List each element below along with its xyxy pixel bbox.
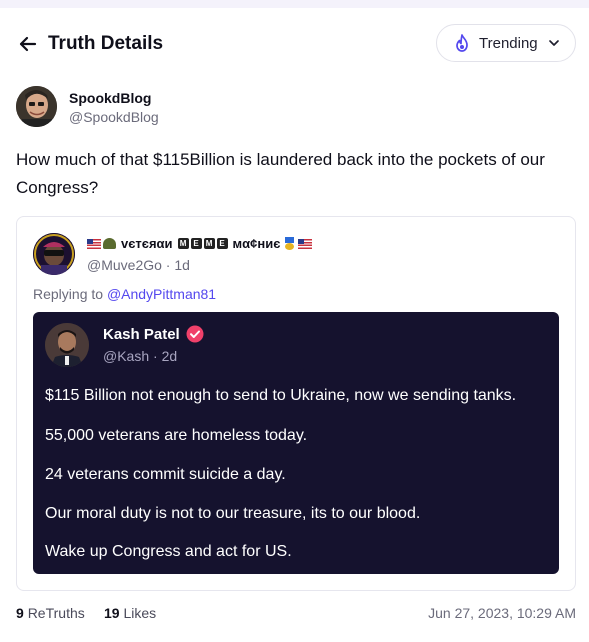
post-text: How much of that $115Billion is laundere… bbox=[16, 150, 545, 197]
embedded-text-line: $115 Billion not enough to send to Ukrai… bbox=[45, 387, 517, 404]
quoted-name-part2: мα¢ниє bbox=[232, 236, 281, 251]
author-handle[interactable]: @SpookdBlog bbox=[69, 109, 159, 125]
retruths-count[interactable]: 9 ReTruths bbox=[16, 605, 85, 621]
embedded-handle-time: @Kash · 2d bbox=[103, 348, 178, 364]
author-name[interactable]: SpookdBlog bbox=[69, 90, 151, 106]
embedded-text-line: 55,000 veterans are homeless today. bbox=[45, 427, 308, 444]
embedded-text-line: Wake up Congress and act for US. bbox=[45, 543, 292, 560]
likes-count[interactable]: 19 Likes bbox=[104, 605, 156, 621]
us-flag-icon bbox=[298, 238, 313, 249]
back-button[interactable] bbox=[16, 32, 40, 56]
replying-to: Replying to @AndyPittman81 bbox=[33, 286, 216, 302]
badge-letter: M bbox=[177, 238, 189, 249]
header: Truth Details Trending bbox=[0, 20, 589, 68]
quoted-handle-time: @Muve2Go · 1d bbox=[87, 257, 190, 273]
quoted-post[interactable]: ᴠєтєяαи M E M E мα¢ниє @Muve2Go · 1d Rep… bbox=[16, 216, 576, 591]
replying-handle-link[interactable]: @AndyPittman81 bbox=[107, 286, 216, 302]
badge-letter: E bbox=[216, 238, 228, 249]
post-timestamp: Jun 27, 2023, 10:29 AM bbox=[428, 605, 576, 621]
post-author: SpookdBlog @SpookdBlog bbox=[16, 86, 576, 128]
embedded-author-name[interactable]: Kash Patel bbox=[103, 325, 204, 343]
embedded-text-line: 24 veterans commit suicide a day. bbox=[45, 466, 286, 483]
top-strip bbox=[0, 0, 589, 8]
embedded-text-line: Our moral duty is not to our treasure, i… bbox=[45, 505, 421, 522]
badge-letter: M bbox=[203, 238, 215, 249]
likes-label: Likes bbox=[123, 605, 157, 621]
quoted-avatar[interactable] bbox=[33, 233, 75, 275]
trending-dropdown[interactable]: Trending bbox=[436, 24, 576, 62]
post-stats: 9 ReTruths 19 Likes Jun 27, 2023, 10:29 … bbox=[16, 605, 576, 625]
flame-icon bbox=[453, 34, 471, 52]
arrow-left-icon bbox=[19, 36, 37, 52]
chevron-down-icon bbox=[548, 37, 560, 49]
medal-icon bbox=[285, 237, 295, 250]
helmet-icon bbox=[103, 238, 116, 249]
embedded-avatar[interactable] bbox=[45, 323, 89, 367]
retruths-number: 9 bbox=[16, 605, 24, 621]
embedded-post[interactable]: Kash Patel @Kash · 2d $115 Billion not e… bbox=[33, 312, 559, 574]
page-title: Truth Details bbox=[48, 33, 164, 54]
quoted-author-name[interactable]: ᴠєтєяαи M E M E мα¢ниє bbox=[87, 236, 313, 251]
verified-badge-icon bbox=[186, 325, 204, 343]
quoted-name-part1: ᴠєтєяαи bbox=[121, 236, 173, 251]
trending-label: Trending bbox=[479, 34, 538, 52]
us-flag-icon bbox=[87, 238, 101, 249]
embedded-author-name-text: Kash Patel bbox=[103, 325, 180, 343]
replying-prefix: Replying to bbox=[33, 286, 104, 302]
retruths-label: ReTruths bbox=[27, 605, 85, 621]
badge-letter: E bbox=[190, 238, 202, 249]
avatar[interactable] bbox=[16, 86, 57, 127]
likes-number: 19 bbox=[104, 605, 120, 621]
